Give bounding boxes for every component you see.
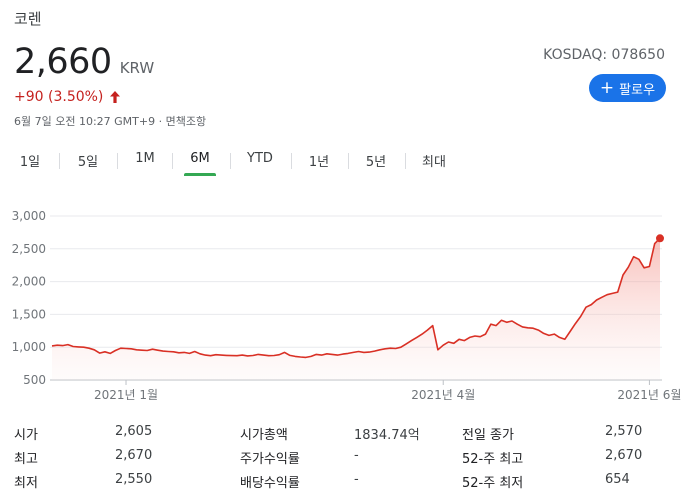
tab-divider: [230, 153, 231, 169]
current-price-dot: [656, 234, 664, 243]
stat-low-label: 최저: [14, 476, 38, 491]
tab-label: 5년: [365, 155, 387, 170]
company-name: 코렌: [14, 10, 42, 28]
follow-button-label: 팔로우: [619, 82, 656, 98]
price-area-fill: [52, 238, 660, 380]
stat-52w-low-value: 654: [605, 472, 630, 487]
stat-open-label: 시가: [14, 428, 38, 443]
tab-label: YTD: [247, 151, 273, 166]
stat-pe-ratio-value: -: [354, 448, 359, 463]
y-tick-label: 1,500: [12, 307, 46, 321]
x-tick-label: 2021년 4월: [411, 388, 475, 402]
up-arrow-icon: [110, 91, 121, 103]
stat-low-value: 2,550: [115, 472, 153, 487]
timestamp-disclaimer: 6월 7일 오전 10:27 GMT+9 · 면책조항: [14, 115, 207, 128]
tab-divider: [172, 153, 173, 169]
stat-high-value: 2,670: [115, 448, 153, 463]
tab-1y[interactable]: 1년: [302, 144, 336, 176]
stats-row: 최고 2,670 주가수익률 - 52-주 최고 2,670: [0, 448, 696, 472]
tab-label: 5일: [77, 155, 99, 170]
tab-divider: [59, 153, 60, 169]
tab-divider: [291, 153, 292, 169]
exchange-ticker: KOSDAQ: 078650: [543, 47, 665, 63]
stat-dividend-yield-value: -: [354, 472, 359, 487]
x-tick-label: 2021년 1월: [94, 388, 158, 402]
current-price: 2,660: [14, 42, 112, 82]
tab-5y[interactable]: 5년: [360, 144, 392, 176]
stats-row: 최저 2,550 배당수익률 - 52-주 최저 654: [0, 472, 696, 496]
stat-prev-close-value: 2,570: [605, 424, 643, 439]
stat-dividend-yield-label: 배당수익률: [240, 476, 300, 491]
plus-icon: +: [599, 77, 615, 98]
price-row: 2,660 KRW: [14, 42, 154, 82]
tab-1m[interactable]: 1M: [130, 144, 160, 176]
y-tick-label: 500: [23, 373, 46, 387]
y-tick-label: 1,000: [12, 340, 46, 354]
tab-max[interactable]: 최대: [416, 144, 452, 176]
tab-5d[interactable]: 5일: [72, 144, 104, 176]
stat-prev-close-label: 전일 종가: [462, 428, 514, 443]
stat-market-cap-value: 1834.74억: [354, 428, 420, 443]
stat-open-value: 2,605: [115, 424, 153, 439]
tab-label: 1M: [135, 151, 155, 166]
stat-market-cap-label: 시가총액: [240, 428, 288, 443]
tab-6m[interactable]: 6M: [184, 144, 216, 176]
price-change-value: +90 (3.50%): [14, 89, 104, 105]
stats-row: 시가 2,605 시가총액 1834.74억 전일 종가 2,570: [0, 424, 696, 448]
tab-ytd[interactable]: YTD: [241, 144, 279, 176]
stat-52w-low-label: 52-주 최저: [462, 476, 524, 491]
tab-label: 최대: [422, 155, 446, 170]
y-tick-label: 2,000: [12, 275, 46, 289]
tab-divider: [117, 153, 118, 169]
tab-1d[interactable]: 1일: [14, 144, 46, 176]
follow-button[interactable]: + 팔로우: [589, 74, 666, 102]
stat-52w-high-label: 52-주 최고: [462, 452, 524, 467]
tab-label: 6M: [190, 151, 210, 166]
stat-pe-ratio-label: 주가수익률: [240, 452, 300, 467]
tab-label: 1년: [308, 155, 330, 170]
y-tick-label: 3,000: [12, 209, 46, 223]
x-tick-label: 2021년 6월: [617, 388, 681, 402]
stat-high-label: 최고: [14, 452, 38, 467]
price-change: +90 (3.50%): [14, 89, 121, 105]
tab-divider: [405, 153, 406, 169]
tab-divider: [348, 153, 349, 169]
price-chart[interactable]: 3,000 2,500 2,000 1,500 1,000 500 2021년 1월 202…: [0, 196, 696, 406]
currency-label: KRW: [119, 59, 155, 77]
tab-label: 1일: [19, 155, 41, 170]
stat-52w-high-value: 2,670: [605, 448, 643, 463]
y-tick-label: 2,500: [12, 242, 46, 256]
range-tabs: 1일 5일 1M 6M YTD 1년 5년 최대: [0, 144, 696, 176]
